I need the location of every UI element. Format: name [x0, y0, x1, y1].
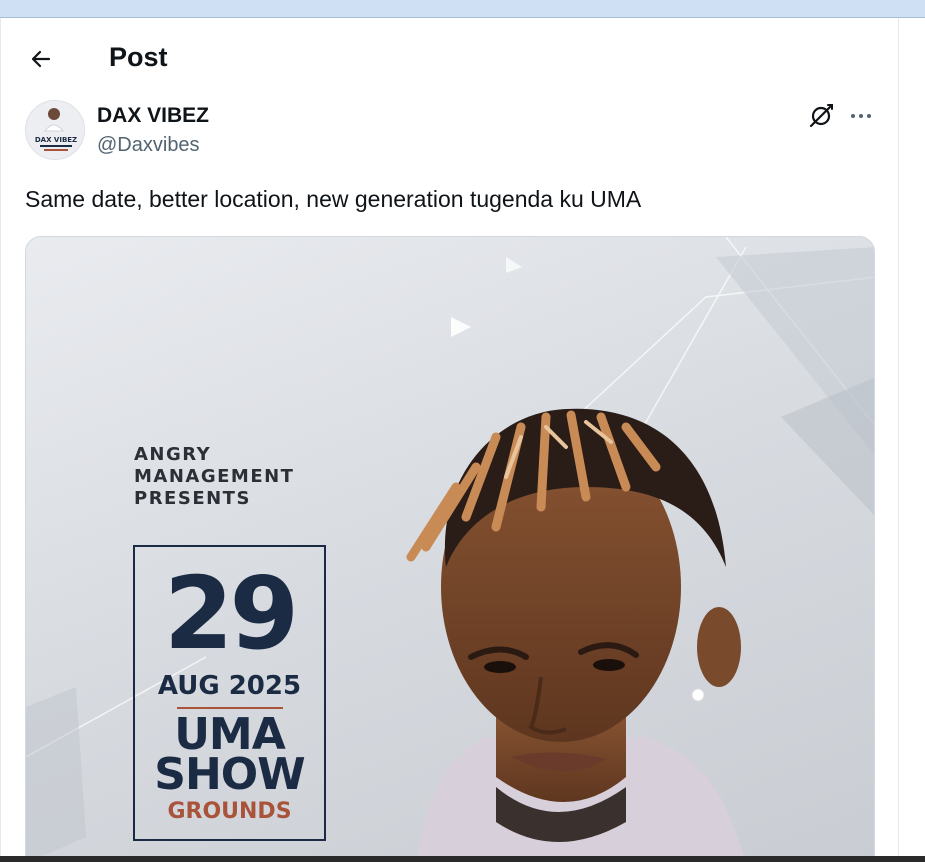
avatar[interactable]: DAX VIBEZ: [25, 100, 85, 160]
presents-line: MANAGEMENT: [134, 466, 295, 487]
avatar-text: DAX VIBEZ: [35, 136, 77, 144]
grok-button[interactable]: [805, 100, 837, 132]
post-author-row: DAX VIBEZ DAX VIBEZ @Daxvibes: [25, 100, 875, 164]
browser-top-strip: [0, 0, 925, 18]
presents-line: ANGRY: [134, 444, 212, 465]
venue-line: SHOW: [154, 749, 305, 800]
author-handle[interactable]: @Daxvibes: [97, 134, 200, 157]
post-header: Post: [0, 18, 898, 98]
more-icon: [851, 114, 871, 118]
more-button[interactable]: [845, 100, 877, 132]
poster-presents: ANGRY MANAGEMENT PRESENTS: [134, 444, 294, 510]
poster-venue: UMA SHOW: [135, 713, 324, 800]
poster-month-year: AUG 2025: [157, 671, 302, 701]
author-display-name[interactable]: DAX VIBEZ: [97, 104, 209, 128]
column-left-border: [0, 18, 1, 862]
post-text: Same date, better location, new generati…: [25, 186, 642, 212]
poster-venue-sub: GROUNDS: [167, 799, 292, 824]
presents-line: PRESENTS: [134, 488, 251, 509]
poster-day: 29: [163, 555, 299, 672]
column-right-border: [898, 18, 899, 862]
arrow-left-icon: [31, 50, 51, 68]
poster-date-box: 29 AUG 2025 UMA SHOW GROUNDS: [133, 545, 326, 841]
page-title: Post: [109, 42, 168, 72]
post-media-image[interactable]: ANGRY MANAGEMENT PRESENTS 29 AUG 2025 UM…: [25, 236, 875, 862]
grok-icon: [809, 104, 833, 128]
back-button[interactable]: [22, 40, 60, 78]
bottom-taskbar-strip: [0, 856, 925, 862]
